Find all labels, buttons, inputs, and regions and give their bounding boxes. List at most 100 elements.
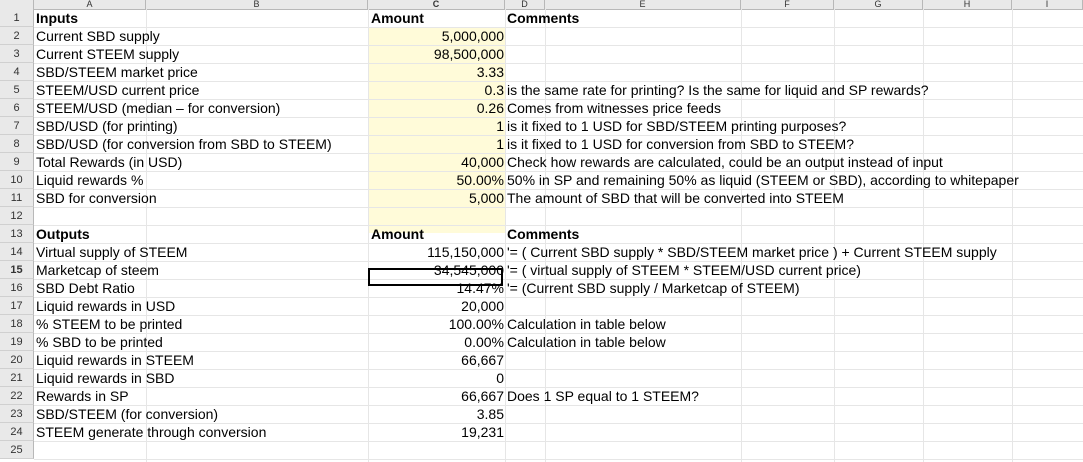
label-cell[interactable]: STEEM/USD current price <box>36 81 199 99</box>
amount-cell[interactable]: 0.3 <box>485 81 504 99</box>
row-header[interactable]: 20 <box>0 351 34 369</box>
row-header[interactable]: 23 <box>0 405 34 423</box>
label-cell[interactable]: Current SBD supply <box>36 27 160 45</box>
row-header[interactable]: 22 <box>0 387 34 405</box>
amount-cell[interactable]: 98,500,000 <box>434 45 504 63</box>
row-header[interactable]: 11 <box>0 189 34 207</box>
column-header-h[interactable]: H <box>923 0 1012 9</box>
label-cell[interactable]: STEEM/USD (median – for conversion) <box>36 99 280 117</box>
label-cell[interactable]: Rewards in SP <box>36 387 129 405</box>
column-header-c[interactable]: C <box>368 0 505 9</box>
row-header[interactable]: 7 <box>0 117 34 135</box>
amount-cell[interactable]: 1 <box>496 135 504 153</box>
row-header[interactable]: 24 <box>0 423 34 441</box>
comment-cell[interactable]: Calculation in table below <box>507 315 666 333</box>
amount-cell[interactable]: 3.85 <box>477 405 504 423</box>
amount-cell[interactable]: 66,667 <box>461 387 504 405</box>
row-gridline <box>34 369 1083 370</box>
column-header-a[interactable]: A <box>34 0 146 9</box>
comments-header-cell[interactable]: Comments <box>507 9 579 27</box>
label-cell[interactable]: Virtual supply of STEEM <box>36 243 187 261</box>
label-cell[interactable]: SBD/USD (for printing) <box>36 117 178 135</box>
row-header[interactable]: 6 <box>0 99 34 117</box>
column-header-g[interactable]: G <box>834 0 923 9</box>
comment-cell[interactable]: Comes from witnesses price feeds <box>507 99 721 117</box>
label-cell[interactable]: STEEM generate through conversion <box>36 423 266 441</box>
label-cell[interactable]: Liquid rewards in SBD <box>36 369 175 387</box>
label-cell[interactable]: SBD Debt Ratio <box>36 279 135 297</box>
amount-cell[interactable]: 5,000,000 <box>442 27 504 45</box>
column-header-f[interactable]: F <box>741 0 834 9</box>
row-header[interactable]: 18 <box>0 315 34 333</box>
row-header[interactable]: 16 <box>0 279 34 297</box>
amount-header-cell[interactable]: Amount <box>371 225 424 243</box>
row-gridline <box>34 27 1083 28</box>
comment-cell[interactable]: Does 1 SP equal to 1 STEEM? <box>507 387 699 405</box>
row-header[interactable]: 12 <box>0 207 34 225</box>
column-header-e[interactable]: E <box>545 0 741 9</box>
amount-cell[interactable]: 20,000 <box>461 297 504 315</box>
row-header[interactable]: 9 <box>0 153 34 171</box>
label-cell[interactable]: SBD/STEEM (for conversion) <box>36 405 218 423</box>
column-header-d[interactable]: D <box>505 0 545 9</box>
row-header[interactable]: 2 <box>0 27 34 45</box>
column-gridline <box>1012 9 1013 462</box>
comment-cell[interactable]: Calculation in table below <box>507 333 666 351</box>
label-cell[interactable]: % SBD to be printed <box>36 333 163 351</box>
row-header[interactable]: 10 <box>0 171 34 189</box>
comment-cell[interactable]: is the same rate for printing? Is the sa… <box>507 81 929 99</box>
row-header[interactable]: 1 <box>0 9 34 27</box>
row-header[interactable]: 19 <box>0 333 34 351</box>
amount-cell[interactable]: 0.00% <box>464 333 504 351</box>
column-header-corner[interactable] <box>0 0 34 9</box>
comment-cell[interactable]: is it fixed to 1 USD for conversion from… <box>507 135 854 153</box>
row-header[interactable]: 21 <box>0 369 34 387</box>
label-cell[interactable]: SBD/STEEM market price <box>36 63 198 81</box>
row-header[interactable]: 15 <box>0 261 34 279</box>
amount-header-cell[interactable]: Amount <box>371 9 424 27</box>
amount-cell[interactable]: 19,231 <box>461 423 504 441</box>
amount-cell[interactable]: 5,000 <box>469 189 504 207</box>
amount-cell[interactable]: 100.00% <box>449 315 504 333</box>
label-cell[interactable]: Total Rewards (in USD) <box>36 153 182 171</box>
amount-cell[interactable]: 50.00% <box>457 171 504 189</box>
comment-cell[interactable]: '= (Current SBD supply / Marketcap of ST… <box>507 279 800 297</box>
amount-cell[interactable]: 0 <box>496 369 504 387</box>
comment-cell[interactable]: Check how rewards are calculated, could … <box>507 153 943 171</box>
comment-cell[interactable]: is it fixed to 1 USD for SBD/STEEM print… <box>507 117 846 135</box>
section-header-cell[interactable]: Inputs <box>36 9 78 27</box>
amount-cell[interactable]: 40,000 <box>461 153 504 171</box>
amount-cell[interactable]: 115,150,000 <box>427 243 504 261</box>
comment-cell[interactable]: '= ( virtual supply of STEEM * STEEM/USD… <box>507 261 861 279</box>
comments-header-cell[interactable]: Comments <box>507 225 579 243</box>
row-header[interactable]: 13 <box>0 225 34 243</box>
amount-cell[interactable]: 1 <box>496 117 504 135</box>
section-header-cell[interactable]: Outputs <box>36 225 90 243</box>
amount-cell[interactable]: 66,667 <box>461 351 504 369</box>
row-header[interactable]: 14 <box>0 243 34 261</box>
label-cell[interactable]: Liquid rewards % <box>36 171 143 189</box>
label-cell[interactable]: SBD for conversion <box>36 189 157 207</box>
comment-cell[interactable]: 50% in SP and remaining 50% as liquid (S… <box>507 171 1019 189</box>
amount-cell[interactable]: 3.33 <box>477 63 504 81</box>
label-cell[interactable]: % STEEM to be printed <box>36 315 182 333</box>
comment-cell[interactable]: '= ( Current SBD supply * SBD/STEEM mark… <box>507 243 997 261</box>
label-cell[interactable]: Liquid rewards in USD <box>36 297 175 315</box>
label-cell[interactable]: Current STEEM supply <box>36 45 179 63</box>
row-gridline <box>34 441 1083 442</box>
column-header-b[interactable]: B <box>146 0 368 9</box>
row-gridline <box>34 459 1083 460</box>
label-cell[interactable]: Marketcap of steem <box>36 261 159 279</box>
label-cell[interactable]: Liquid rewards in STEEM <box>36 351 194 369</box>
column-header-i[interactable]: I <box>1012 0 1083 9</box>
row-header[interactable]: 3 <box>0 45 34 63</box>
amount-cell[interactable]: 0.26 <box>477 99 504 117</box>
selected-cell-c15[interactable] <box>368 268 503 286</box>
row-header[interactable]: 5 <box>0 81 34 99</box>
label-cell[interactable]: SBD/USD (for conversion from SBD to STEE… <box>36 135 332 153</box>
row-header[interactable]: 25 <box>0 441 34 459</box>
row-header[interactable]: 17 <box>0 297 34 315</box>
comment-cell[interactable]: The amount of SBD that will be converted… <box>507 189 844 207</box>
row-header[interactable]: 4 <box>0 63 34 81</box>
row-header[interactable]: 8 <box>0 135 34 153</box>
